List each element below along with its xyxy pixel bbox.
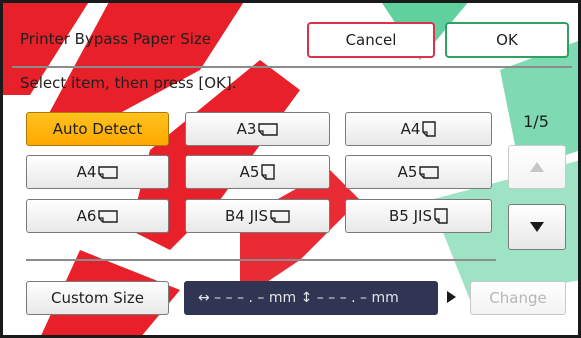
- paper-portrait-icon: [434, 208, 448, 224]
- paper-portrait-icon: [422, 121, 437, 137]
- cancel-button[interactable]: Cancel: [307, 22, 435, 58]
- printer-bypass-paper-size-screen: Printer Bypass Paper Size Cancel OK Sele…: [0, 0, 581, 338]
- paper-landscape-icon: [270, 209, 290, 223]
- paper-landscape-icon: [419, 165, 440, 179]
- instruction-text: Select item, then press [OK].: [20, 74, 237, 92]
- paper-size-label: A6: [76, 207, 97, 225]
- paper-size-label: B5 JIS: [389, 207, 432, 225]
- paper-size-label: Auto Detect: [52, 120, 143, 138]
- scroll-down-button[interactable]: [508, 204, 566, 250]
- page-indicator: 1/5: [523, 112, 549, 131]
- paper-landscape-icon: [98, 209, 119, 223]
- arrow-right-icon: [447, 291, 456, 303]
- paper-landscape-icon: [98, 165, 119, 179]
- paper-portrait-icon: [261, 164, 276, 180]
- header-divider: [12, 66, 572, 68]
- triangle-up-icon: [530, 162, 544, 172]
- scroll-up-button[interactable]: [508, 145, 566, 189]
- paper-landscape-icon: [258, 122, 279, 136]
- paper-size-label: A5: [397, 163, 418, 181]
- paper-size-b5-jis-portrait-button[interactable]: B5 JIS: [345, 199, 492, 233]
- paper-size-label: B4 JIS: [225, 207, 268, 225]
- section-divider: [26, 259, 496, 261]
- ok-button[interactable]: OK: [445, 22, 569, 58]
- paper-size-label: A5: [239, 163, 260, 181]
- paper-size-a3-landscape-button[interactable]: A3: [185, 112, 330, 146]
- custom-size-button[interactable]: Custom Size: [26, 281, 169, 315]
- paper-size-a5-portrait-button[interactable]: A5: [185, 155, 330, 189]
- custom-size-value-display: ↔ – – – . – mm ↕ – – – . – mm: [184, 281, 438, 315]
- paper-size-a4-landscape-button[interactable]: A4: [26, 155, 169, 189]
- paper-size-label: A3: [236, 120, 257, 138]
- paper-size-b4-jis-landscape-button[interactable]: B4 JIS: [185, 199, 330, 233]
- paper-size-label: A4: [76, 163, 97, 181]
- triangle-down-icon: [530, 222, 544, 232]
- change-button[interactable]: Change: [470, 281, 566, 315]
- paper-size-auto-detect-button[interactable]: Auto Detect: [26, 112, 169, 146]
- paper-size-a6-landscape-button[interactable]: A6: [26, 199, 169, 233]
- paper-size-label: A4: [400, 120, 421, 138]
- paper-size-a4-portrait-button[interactable]: A4: [345, 112, 492, 146]
- screen-title: Printer Bypass Paper Size: [20, 30, 211, 48]
- paper-size-a5-landscape-button[interactable]: A5: [345, 155, 492, 189]
